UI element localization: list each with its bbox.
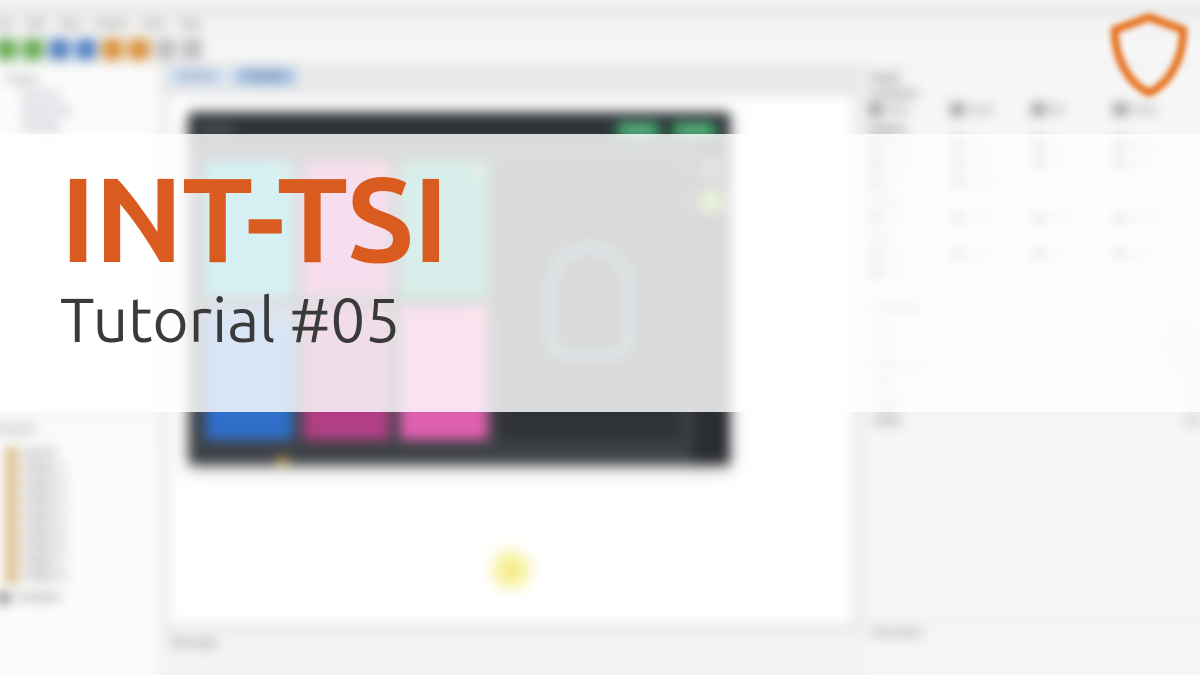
palette-item-label: Frame bbox=[1130, 104, 1157, 114]
menu-item[interactable]: Help bbox=[179, 19, 200, 30]
cursor-highlight-icon bbox=[489, 548, 532, 591]
toolbar-build-icon[interactable] bbox=[102, 39, 122, 59]
brand-logo-icon bbox=[1104, 10, 1194, 100]
property-row[interactable]: Visibletrue bbox=[871, 412, 1200, 430]
overlay-title: INT-TSI bbox=[60, 158, 1140, 278]
structure-item[interactable]: Widget_7 bbox=[0, 553, 154, 568]
tree-child[interactable]: Screens bbox=[0, 88, 152, 103]
palette-row: Panel Group Tab Frame bbox=[869, 103, 1200, 115]
item-icon bbox=[6, 571, 16, 581]
editor-tabs: Screen1 Template bbox=[161, 65, 860, 89]
toolbar-upload-icon[interactable] bbox=[129, 39, 149, 59]
item-icon bbox=[6, 495, 16, 505]
window-titlebar bbox=[0, 0, 1200, 16]
editor-tab[interactable]: Screen1 bbox=[168, 68, 226, 85]
palette-item[interactable]: Tab bbox=[1032, 103, 1103, 115]
structure-panel: Structure System Widget_1 Widget_2 Widge… bbox=[0, 417, 160, 675]
item-icon bbox=[6, 540, 16, 550]
structure-item[interactable]: Widget_4 bbox=[0, 507, 154, 522]
structure-item[interactable]: Widget_1 bbox=[0, 461, 154, 476]
editor-tab[interactable]: Template bbox=[234, 68, 296, 85]
messages-label: Messages bbox=[172, 638, 218, 649]
info-panel: Information bbox=[861, 621, 1200, 675]
toolbar-new-icon[interactable] bbox=[0, 39, 17, 59]
structure-root[interactable]: System bbox=[0, 446, 154, 461]
property-value: true bbox=[1184, 416, 1200, 427]
toolbar-open-icon[interactable] bbox=[23, 39, 43, 59]
folder-icon bbox=[0, 593, 8, 603]
widget-icon bbox=[951, 103, 963, 115]
structure-item[interactable]: Widget_3 bbox=[0, 492, 154, 507]
info-label: Information bbox=[871, 628, 922, 639]
widget-icon bbox=[1032, 103, 1044, 115]
widget-icon bbox=[1114, 103, 1126, 115]
menu-item[interactable]: File bbox=[0, 19, 13, 30]
toolbar-help-icon[interactable] bbox=[182, 39, 202, 59]
toolbar bbox=[0, 34, 1200, 65]
palette-item[interactable]: Group bbox=[951, 103, 1022, 115]
folder-icon bbox=[6, 449, 16, 459]
overlay-subtitle: Tutorial #05 bbox=[60, 284, 1140, 354]
palette-item-label: Tab bbox=[1049, 104, 1064, 114]
structure-other[interactable]: Templates bbox=[0, 590, 154, 605]
palette-item-label: Panel bbox=[886, 104, 909, 114]
messages-panel: Messages bbox=[161, 631, 860, 675]
widget-icon bbox=[869, 103, 881, 115]
palette-item[interactable]: Frame bbox=[1114, 103, 1185, 115]
menu-item[interactable]: View bbox=[59, 19, 81, 30]
structure-item[interactable]: Widget_8 bbox=[0, 569, 154, 584]
item-icon bbox=[6, 525, 16, 535]
structure-item[interactable]: Widget_2 bbox=[0, 477, 154, 492]
item-icon bbox=[6, 479, 16, 489]
structure-header: Structure bbox=[0, 424, 154, 440]
palette-item[interactable]: Panel bbox=[869, 103, 940, 115]
tree-child[interactable]: Resources bbox=[0, 103, 152, 118]
item-icon bbox=[6, 556, 16, 566]
toolbar-undo-icon[interactable] bbox=[76, 39, 96, 59]
menu-item[interactable]: Project bbox=[95, 19, 127, 30]
tree-root[interactable]: Project bbox=[0, 73, 152, 88]
menu-item[interactable]: Tools bbox=[141, 19, 165, 30]
item-icon bbox=[6, 464, 16, 474]
menu-bar: File Edit View Project Tools Help bbox=[0, 16, 1200, 34]
title-overlay: INT-TSI Tutorial #05 bbox=[0, 134, 1200, 412]
tree-child[interactable]: Settings bbox=[0, 119, 152, 134]
property-key: Visible bbox=[871, 416, 1184, 427]
structure-item[interactable]: Widget_6 bbox=[0, 538, 154, 553]
item-icon bbox=[6, 510, 16, 520]
structure-root-label: System bbox=[23, 448, 57, 459]
toolbar-settings-icon[interactable] bbox=[155, 39, 175, 59]
structure-item[interactable]: Widget_5 bbox=[0, 523, 154, 538]
menu-item[interactable]: Edit bbox=[27, 19, 45, 30]
palette-item-label: Group bbox=[967, 104, 993, 114]
toolbar-save-icon[interactable] bbox=[49, 39, 69, 59]
